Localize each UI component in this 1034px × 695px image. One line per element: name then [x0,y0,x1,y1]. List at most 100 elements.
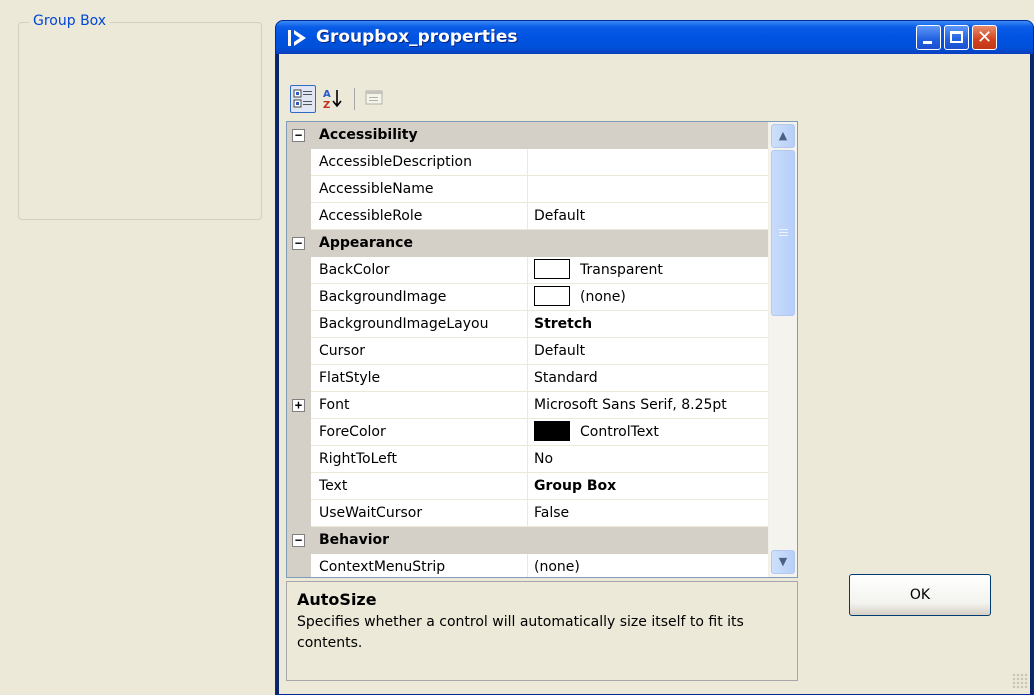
property-value[interactable]: False [534,500,770,526]
property-row[interactable]: ContextMenuStrip (none) [287,554,770,577]
sort-az-icon: A Z [323,89,342,111]
column-divider[interactable] [527,203,528,230]
app-arrow-icon [287,28,313,48]
scroll-up-button[interactable]: ▲ [771,124,795,148]
column-divider[interactable] [527,311,528,338]
scroll-thumb[interactable] [771,150,795,316]
column-divider[interactable] [527,500,528,527]
column-divider[interactable] [527,149,528,176]
row-margin [287,149,311,176]
property-row[interactable]: AccessibleDescription [287,149,769,176]
property-value-text: Default [534,208,586,224]
toolbar-separator [354,88,355,110]
property-value[interactable]: No [534,446,770,472]
property-value-text: No [534,451,554,467]
property-value[interactable]: Group Box [534,473,770,499]
property-value-text: Stretch [534,316,593,332]
minimize-button[interactable] [916,25,941,50]
property-pages-icon [365,90,383,105]
column-divider[interactable] [527,419,528,446]
category-row[interactable]: − Behavior [287,527,769,554]
property-name: Text [319,478,348,494]
collapse-icon[interactable]: − [292,237,305,250]
property-row[interactable]: BackgroundImageLayou Stretch [287,311,769,338]
column-divider[interactable] [527,257,528,284]
help-description: Specifies whether a control will automat… [297,614,744,651]
help-title: AutoSize [297,590,377,609]
property-value-text: Microsoft Sans Serif, 8.25pt [534,397,727,413]
property-value[interactable]: Standard [534,365,770,391]
property-name: BackgroundImage [319,289,447,305]
property-value[interactable]: Default [534,338,770,364]
category-row[interactable]: − Appearance [287,230,769,257]
property-value[interactable]: Default [534,203,770,229]
minimize-icon [923,41,932,44]
property-row[interactable]: BackColor Transparent [287,257,769,284]
property-value[interactable]: (none) [534,284,770,310]
collapse-icon[interactable]: − [292,129,305,142]
row-margin [287,365,311,392]
property-name: BackgroundImageLayou [319,316,489,332]
maximize-button[interactable] [944,25,969,50]
property-value[interactable]: (none) [534,554,770,577]
property-row[interactable]: + Font Microsoft Sans Serif, 8.25pt [287,392,769,419]
property-row[interactable]: AccessibleName [287,176,769,203]
property-row[interactable]: Text Group Box [287,473,769,500]
resize-grip-icon[interactable] [1012,673,1028,689]
categorized-view-button[interactable] [290,85,316,113]
property-value-text: (none) [580,289,626,305]
property-name: FlatStyle [319,370,381,386]
property-name: ForeColor [319,424,386,440]
collapse-icon[interactable]: − [292,534,305,547]
category-label: Behavior [319,532,390,548]
column-divider[interactable] [527,392,528,419]
column-divider[interactable] [527,446,528,473]
categorized-icon [293,89,312,108]
column-divider[interactable] [527,554,528,577]
property-name: BackColor [319,262,390,278]
row-margin [287,338,311,365]
property-row[interactable]: Cursor Default [287,338,769,365]
category-label: Accessibility [319,127,418,143]
vertical-scrollbar[interactable]: ▲ ▼ [768,122,797,577]
column-divider[interactable] [527,473,528,500]
group-box-title: Group Box [29,13,111,29]
property-value-text: (none) [534,559,580,575]
window-title: Groupbox_properties [316,27,518,47]
scroll-down-button[interactable]: ▼ [771,550,795,574]
property-name: ContextMenuStrip [319,559,446,575]
property-pages-button[interactable] [362,85,388,113]
row-margin [287,419,311,446]
expand-icon[interactable]: + [292,399,305,412]
color-swatch [534,285,570,306]
property-name: Font [319,397,350,413]
alphabetical-view-button[interactable]: A Z [320,85,346,113]
property-value[interactable]: ControlText [534,419,770,445]
column-divider[interactable] [527,365,528,392]
property-row[interactable]: ForeColor ControlText [287,419,769,446]
title-bar[interactable]: Groupbox_properties ✕ [276,21,1033,54]
close-button[interactable]: ✕ [972,25,997,50]
property-value[interactable]: Transparent [534,257,770,283]
column-divider[interactable] [527,284,528,311]
property-value[interactable]: Stretch [534,311,770,337]
ok-button[interactable]: OK [849,574,991,616]
row-margin [287,554,311,577]
column-divider[interactable] [527,338,528,365]
property-value-text: Transparent [580,262,663,278]
property-value[interactable]: Microsoft Sans Serif, 8.25pt [534,392,770,418]
column-divider[interactable] [527,176,528,203]
property-row[interactable]: BackgroundImage (none) [287,284,769,311]
row-margin [287,311,311,338]
category-row[interactable]: − Accessibility [287,122,769,149]
property-row[interactable]: AccessibleRole Default [287,203,769,230]
property-grid[interactable]: − Accessibility AccessibleDescription Acces… [286,121,798,578]
property-value-text: Group Box [534,478,617,494]
property-value-text: Standard [534,370,598,386]
property-name: RightToLeft [319,451,397,467]
property-row[interactable]: UseWaitCursor False [287,500,769,527]
color-swatch [534,420,570,441]
property-value-text: False [534,505,570,521]
property-row[interactable]: RightToLeft No [287,446,769,473]
property-row[interactable]: FlatStyle Standard [287,365,769,392]
